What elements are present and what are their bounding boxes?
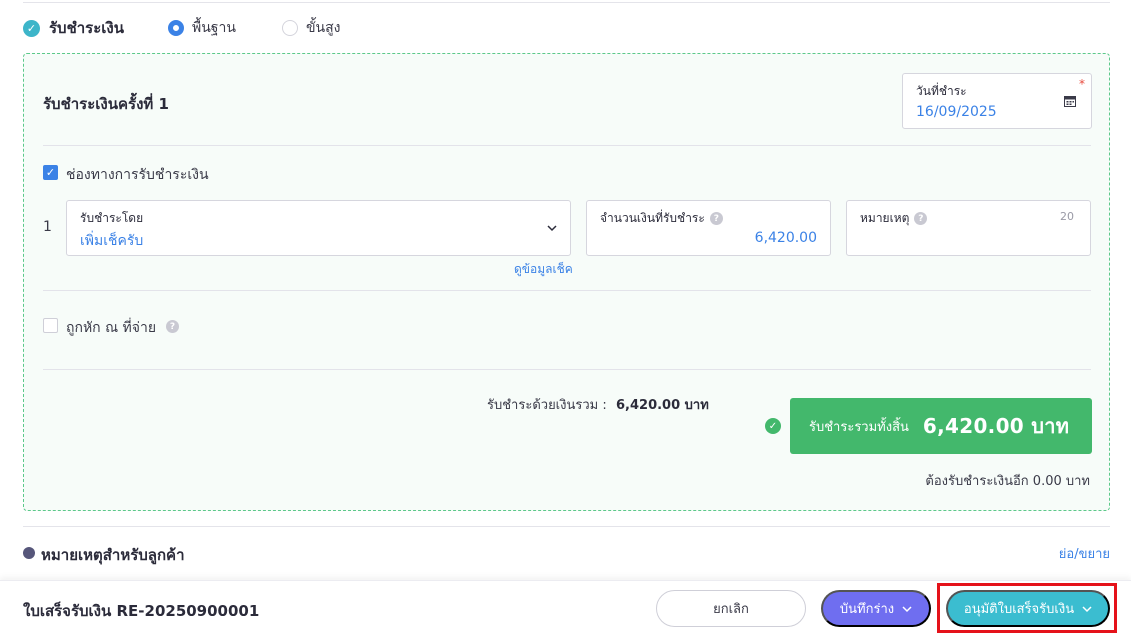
cancel-button[interactable]: ยกเลิก — [656, 590, 806, 627]
installment-title: รับชำระเงินครั้งที่ 1 — [43, 95, 169, 113]
grand-total-value: 6,420.00 บาท — [922, 414, 1070, 438]
collapse-expand-link[interactable]: ย่อ/ขยาย — [1059, 543, 1110, 564]
bullet-dot-icon — [23, 547, 35, 559]
withholding-tax-label: ถูกหัก ณ ที่จ่าย — [66, 320, 157, 336]
check-circle-icon: ✓ — [23, 19, 40, 37]
top-divider — [23, 2, 1110, 3]
save-draft-button[interactable]: บันทึกร่าง — [821, 590, 931, 627]
payment-method-value[interactable]: เพิ่มเช็ครับ — [80, 230, 143, 252]
remaining-amount: ต้องรับชำระเงินอีก 0.00 บาท — [925, 474, 1090, 489]
payment-method-label: รับชำระโดย — [80, 211, 144, 225]
amount-label: จำนวนเงินที่รับชำระ? — [600, 209, 723, 228]
section-divider — [23, 526, 1110, 527]
radio-advanced[interactable] — [281, 20, 298, 36]
customer-remark-title: หมายเหตุสำหรับลูกค้า — [41, 546, 185, 564]
payment-date-value[interactable]: 16/09/2025 — [916, 104, 997, 120]
payment-date-label: วันที่ชำระ — [916, 84, 967, 98]
note-field[interactable]: หมายเหตุ? 20 — [846, 200, 1091, 256]
chevron-down-icon[interactable] — [902, 604, 912, 614]
view-cheque-link[interactable]: ดูข้อมูลเช็ค — [514, 260, 573, 279]
paid-total-value: 6,420.00 บาท — [616, 398, 709, 413]
line-index: 1 — [43, 219, 52, 235]
radio-advanced-label[interactable]: ขั้นสูง — [306, 17, 341, 39]
radio-basic-label[interactable]: พื้นฐาน — [192, 17, 236, 39]
help-icon[interactable]: ? — [709, 212, 723, 225]
grand-total-label: รับชำระรวมทั้งสิ้น — [809, 419, 909, 435]
amount-field[interactable]: จำนวนเงินที่รับชำระ? 6,420.00 — [586, 200, 831, 256]
chevron-down-icon[interactable] — [547, 223, 557, 233]
amount-value[interactable]: 6,420.00 — [755, 230, 817, 246]
payment-method-select[interactable]: รับชำระโดย เพิ่มเช็ครับ — [66, 200, 571, 256]
radio-basic[interactable] — [168, 20, 184, 36]
cancel-button-label: ยกเลิก — [713, 602, 749, 617]
required-mark: * — [1079, 77, 1085, 91]
payment-section-header: ✓ รับชำระเงิน — [23, 16, 124, 40]
note-char-counter: 20 — [1060, 210, 1074, 223]
document-title: ใบเสร็จรับเงิน RE-20250900001 — [23, 602, 260, 620]
divider — [43, 145, 1091, 146]
withholding-tax-checkbox[interactable] — [43, 318, 58, 333]
payment-mode-radio-group: พื้นฐาน ขั้นสูง — [168, 16, 387, 40]
paid-total-label: รับชำระด้วยเงินรวม : — [487, 398, 607, 413]
help-icon[interactable]: ? — [914, 212, 928, 225]
payment-panel: รับชำระเงินครั้งที่ 1 วันที่ชำระ * 16/09… — [23, 53, 1110, 511]
highlight-box — [937, 583, 1117, 633]
calendar-icon[interactable] — [1064, 95, 1076, 107]
check-circle-icon: ✓ — [765, 418, 781, 434]
note-label: หมายเหตุ? — [860, 209, 928, 228]
help-icon[interactable]: ? — [166, 320, 179, 333]
divider — [43, 369, 1091, 370]
payment-channel-checkbox[interactable]: ✓ — [43, 165, 58, 180]
save-draft-label: บันทึกร่าง — [839, 602, 895, 617]
payment-date-field[interactable]: วันที่ชำระ * 16/09/2025 — [902, 73, 1092, 129]
divider — [43, 290, 1091, 291]
payment-channel-label: ช่องทางการรับชำระเงิน — [66, 167, 209, 183]
grand-total-box: รับชำระรวมทั้งสิ้น 6,420.00 บาท — [790, 398, 1092, 454]
section-title: รับชำระเงิน — [49, 19, 124, 37]
